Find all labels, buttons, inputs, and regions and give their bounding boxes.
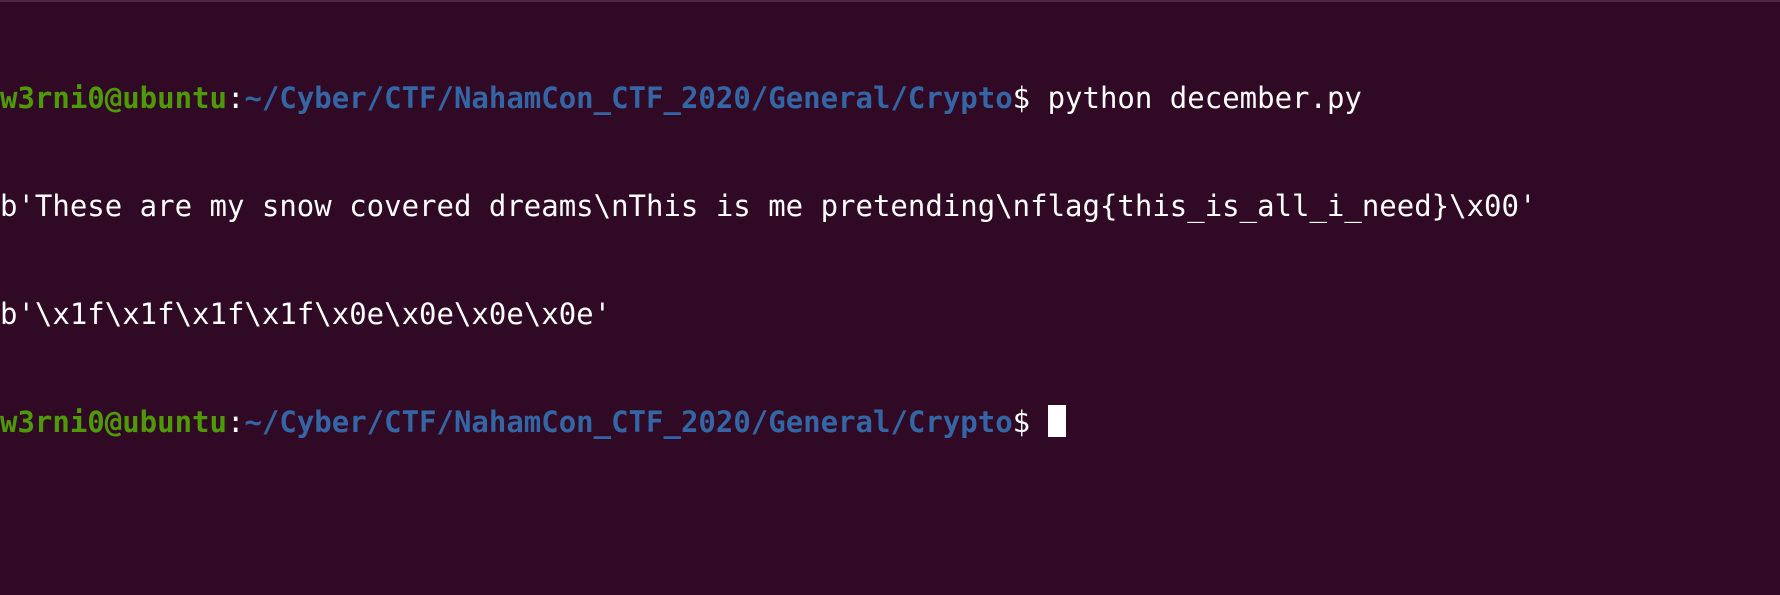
prompt-symbol: $ xyxy=(1012,81,1048,115)
text-cursor xyxy=(1047,405,1066,437)
prompt-path: ~/Cyber/CTF/NahamCon_CTF_2020/General/Cr… xyxy=(244,405,1013,439)
terminal-window[interactable]: w3rni0@ubuntu:~/Cyber/CTF/NahamCon_CTF_2… xyxy=(0,0,1780,595)
prompt-line: w3rni0@ubuntu:~/Cyber/CTF/NahamCon_CTF_2… xyxy=(0,80,1780,116)
prompt-user-host: w3rni0@ubuntu xyxy=(0,81,227,115)
prompt-user-host: w3rni0@ubuntu xyxy=(0,405,227,439)
output-line: b'\x1f\x1f\x1f\x1f\x0e\x0e\x0e\x0e' xyxy=(0,297,612,331)
prompt-separator: : xyxy=(226,81,245,115)
prompt-separator: : xyxy=(226,405,245,439)
command-text: python december.py xyxy=(1047,81,1362,115)
prompt-path: ~/Cyber/CTF/NahamCon_CTF_2020/General/Cr… xyxy=(244,81,1013,115)
prompt-line: w3rni0@ubuntu:~/Cyber/CTF/NahamCon_CTF_2… xyxy=(0,404,1780,440)
output-line: b'These are my snow covered dreams\nThis… xyxy=(0,189,1537,223)
prompt-symbol: $ xyxy=(1012,405,1048,439)
